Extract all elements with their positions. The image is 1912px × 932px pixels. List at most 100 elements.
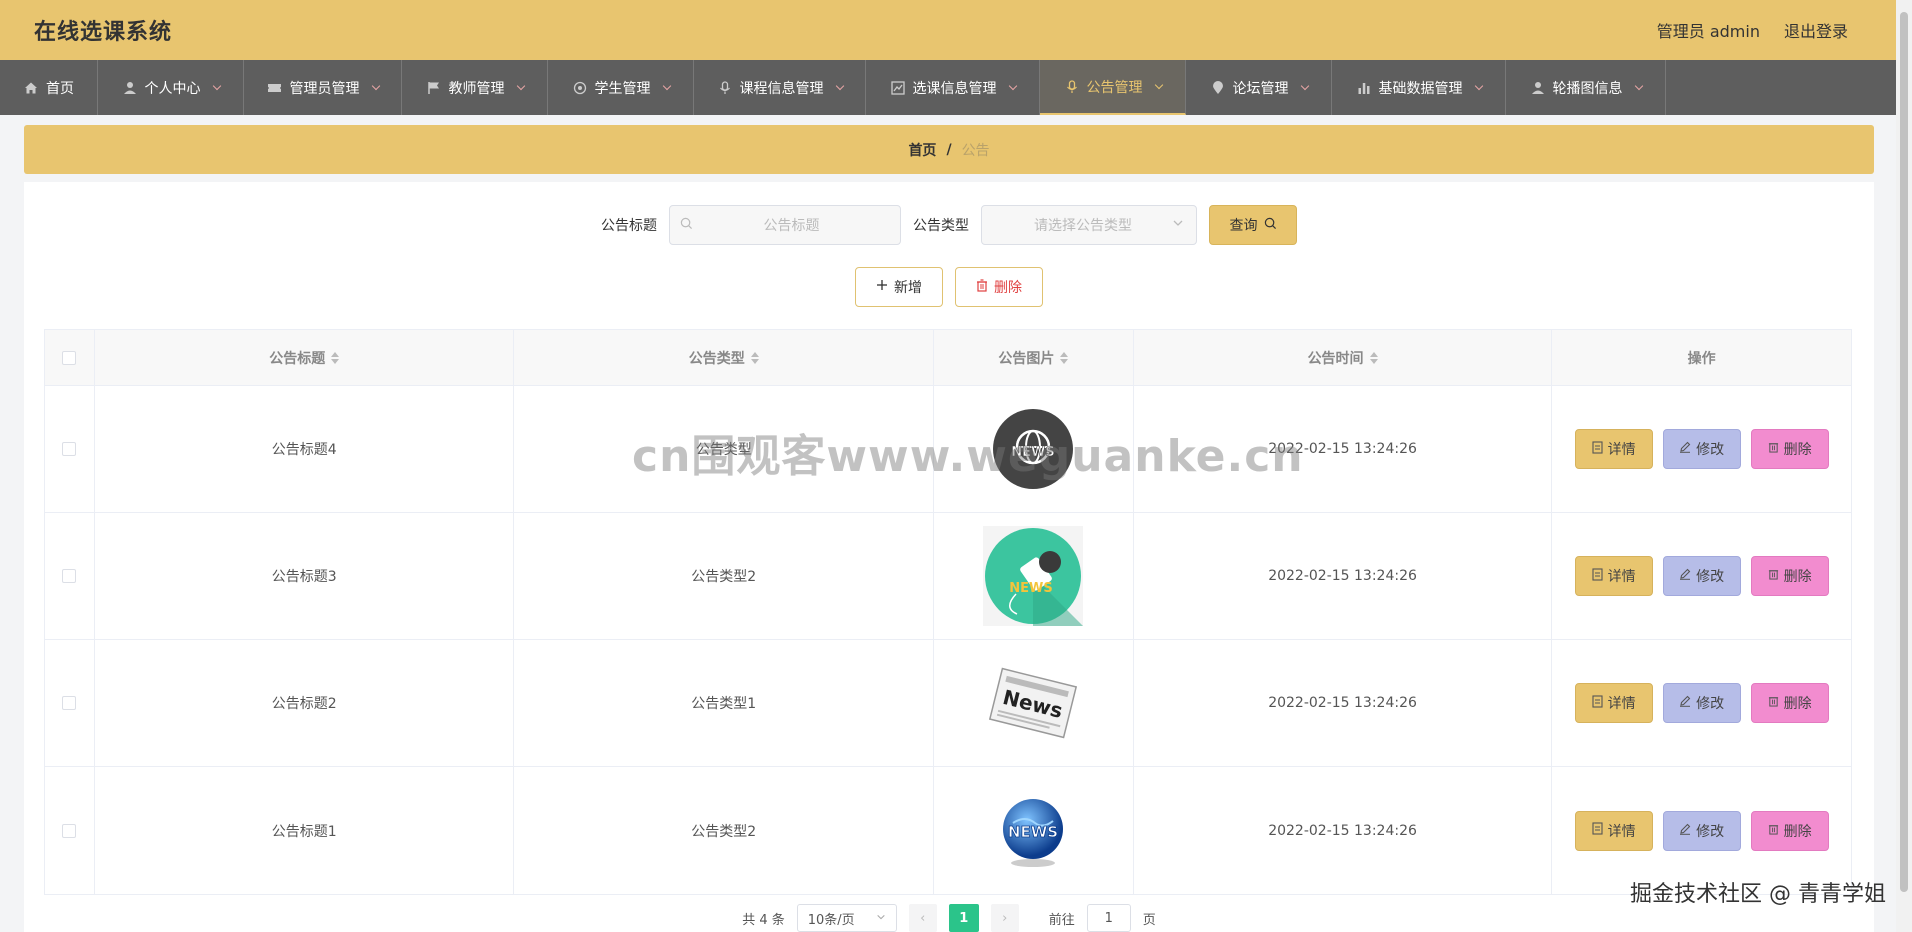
nav-item-2[interactable]: 管理员管理 bbox=[244, 60, 402, 115]
newspaper-icon[interactable]: News bbox=[983, 653, 1083, 753]
detail-label: 详情 bbox=[1607, 696, 1636, 712]
delete-button[interactable]: 删除 bbox=[1750, 556, 1829, 596]
document-icon bbox=[1592, 567, 1603, 585]
page-number-1[interactable]: 1 bbox=[948, 904, 979, 932]
total-count: 共 4 条 bbox=[742, 912, 785, 928]
chevron-down-icon bbox=[1634, 81, 1643, 90]
chevron-down-icon bbox=[1172, 217, 1184, 233]
cell-image: NEWS bbox=[934, 513, 1134, 639]
document-icon bbox=[1592, 694, 1603, 712]
trash-icon bbox=[1768, 695, 1779, 711]
delete-button[interactable]: 删除 bbox=[1750, 683, 1829, 723]
sort-icon bbox=[331, 351, 340, 364]
content-card: 公告标题 公告标题 公告类型 请选择公告类型 查询 新增 删除 公告标题 公告类… bbox=[24, 182, 1874, 932]
detail-button[interactable]: 详情 bbox=[1574, 683, 1653, 723]
scrollbar-thumb[interactable] bbox=[1900, 12, 1908, 892]
search-icon bbox=[1264, 217, 1277, 234]
ticket-icon bbox=[267, 80, 283, 96]
nav-item-9[interactable]: 基础数据管理 bbox=[1332, 60, 1506, 115]
query-label: 查询 bbox=[1229, 218, 1258, 234]
logout-link[interactable]: 退出登录 bbox=[1784, 18, 1848, 42]
globe-3d-news-icon[interactable]: NEWS bbox=[983, 781, 1083, 881]
page-label: 页 bbox=[1142, 912, 1156, 928]
header-ops: 操作 bbox=[1552, 330, 1851, 385]
edit-button[interactable]: 修改 bbox=[1662, 810, 1741, 851]
page-size-select[interactable]: 10条/页 bbox=[796, 904, 897, 932]
header-time[interactable]: 公告时间 bbox=[1134, 330, 1553, 385]
nav-item-8[interactable]: 论坛管理 bbox=[1186, 60, 1332, 115]
query-button[interactable]: 查询 bbox=[1209, 205, 1297, 245]
nav-item-7[interactable]: 公告管理 bbox=[1040, 60, 1186, 115]
footer-watermark: 掘金技术社区 @ 青青学姐 bbox=[1630, 882, 1886, 907]
cell-type: 公告类型2 bbox=[514, 513, 935, 639]
cell-title: 公告标题2 bbox=[95, 640, 515, 766]
chevron-down-icon bbox=[1300, 81, 1309, 90]
batch-delete-button[interactable]: 删除 bbox=[955, 267, 1043, 307]
type-select[interactable]: 请选择公告类型 bbox=[981, 205, 1197, 245]
home-icon bbox=[23, 80, 39, 96]
pencil-icon bbox=[1679, 568, 1691, 584]
header-type[interactable]: 公告类型 bbox=[514, 330, 935, 385]
edit-label: 修改 bbox=[1696, 696, 1725, 712]
nav-item-1[interactable]: 个人中心 bbox=[98, 60, 244, 115]
title-search-input[interactable]: 公告标题 bbox=[669, 205, 901, 245]
detail-button[interactable]: 详情 bbox=[1574, 429, 1653, 469]
detail-button[interactable]: 详情 bbox=[1574, 810, 1653, 851]
chevron-down-icon bbox=[876, 911, 886, 926]
chevron-down-icon bbox=[1008, 81, 1017, 90]
current-user: 管理员 admin bbox=[1656, 22, 1760, 41]
add-button[interactable]: 新增 bbox=[855, 267, 943, 307]
nav-item-5[interactable]: 课程信息管理 bbox=[694, 60, 866, 115]
cell-image: News bbox=[934, 640, 1134, 766]
watermark-text: cn围观客www.weguanke.cn bbox=[632, 431, 1304, 482]
header-image[interactable]: 公告图片 bbox=[934, 330, 1134, 385]
row-checkbox[interactable] bbox=[62, 823, 77, 838]
breadcrumb-separator: / bbox=[946, 141, 952, 158]
mic-news-icon[interactable]: NEWS bbox=[983, 526, 1084, 626]
scrollbar[interactable] bbox=[1896, 0, 1912, 932]
nav-item-label: 首页 bbox=[46, 80, 74, 97]
row-checkbox-cell bbox=[45, 386, 95, 512]
detail-button[interactable]: 详情 bbox=[1574, 556, 1653, 596]
breadcrumb-home[interactable]: 首页 bbox=[908, 140, 936, 160]
nav-item-6[interactable]: 选课信息管理 bbox=[866, 60, 1040, 115]
cell-time: 2022-02-15 13:24:26 bbox=[1134, 513, 1553, 639]
header-type-label: 公告类型 bbox=[688, 350, 745, 367]
nav-item-label: 论坛管理 bbox=[1232, 80, 1289, 97]
row-checkbox-cell bbox=[45, 640, 95, 766]
breadcrumb: 首页 / 公告 bbox=[24, 125, 1874, 174]
pin-icon bbox=[1210, 80, 1226, 96]
nav-item-3[interactable]: 教师管理 bbox=[402, 60, 548, 115]
nav-item-label: 课程信息管理 bbox=[739, 80, 824, 97]
goto-page-input[interactable]: 1 bbox=[1086, 904, 1131, 932]
table-row: 公告标题1 公告类型2 NEWS 2022-02-15 13:24:26 详情 修改 删除 bbox=[45, 767, 1851, 894]
select-all-checkbox[interactable] bbox=[62, 350, 77, 365]
next-page-button[interactable]: › bbox=[990, 904, 1019, 932]
sort-icon bbox=[750, 351, 759, 364]
search-bar: 公告标题 公告标题 公告类型 请选择公告类型 查询 bbox=[24, 205, 1874, 245]
row-checkbox[interactable] bbox=[62, 696, 77, 710]
edit-button[interactable]: 修改 bbox=[1662, 556, 1741, 596]
prev-page-button[interactable]: ‹ bbox=[908, 904, 937, 932]
nav-item-0[interactable]: 首页 bbox=[0, 60, 98, 115]
row-checkbox[interactable] bbox=[62, 442, 77, 456]
nav-item-4[interactable]: 学生管理 bbox=[548, 60, 694, 115]
edit-button[interactable]: 修改 bbox=[1662, 429, 1741, 469]
pencil-icon bbox=[1679, 441, 1691, 457]
cell-ops: 详情 修改 删除 bbox=[1552, 386, 1851, 512]
cell-image: NEWS bbox=[934, 767, 1134, 894]
nav-item-label: 学生管理 bbox=[594, 80, 651, 97]
edit-button[interactable]: 修改 bbox=[1662, 683, 1741, 723]
nav-item-label: 教师管理 bbox=[448, 80, 505, 97]
breadcrumb-current: 公告 bbox=[961, 142, 990, 159]
nav-item-10[interactable]: 轮播图信息 bbox=[1506, 60, 1666, 115]
app-title: 在线选课系统 bbox=[34, 20, 173, 45]
delete-button[interactable]: 删除 bbox=[1750, 810, 1829, 851]
edit-label: 修改 bbox=[1696, 823, 1725, 840]
row-checkbox[interactable] bbox=[62, 569, 77, 583]
delete-button[interactable]: 删除 bbox=[1750, 429, 1829, 469]
chevron-right-icon: › bbox=[1002, 910, 1008, 926]
nav-item-label: 管理员管理 bbox=[289, 80, 360, 97]
bar-chart-icon bbox=[1356, 80, 1372, 96]
header-title[interactable]: 公告标题 bbox=[95, 330, 515, 385]
